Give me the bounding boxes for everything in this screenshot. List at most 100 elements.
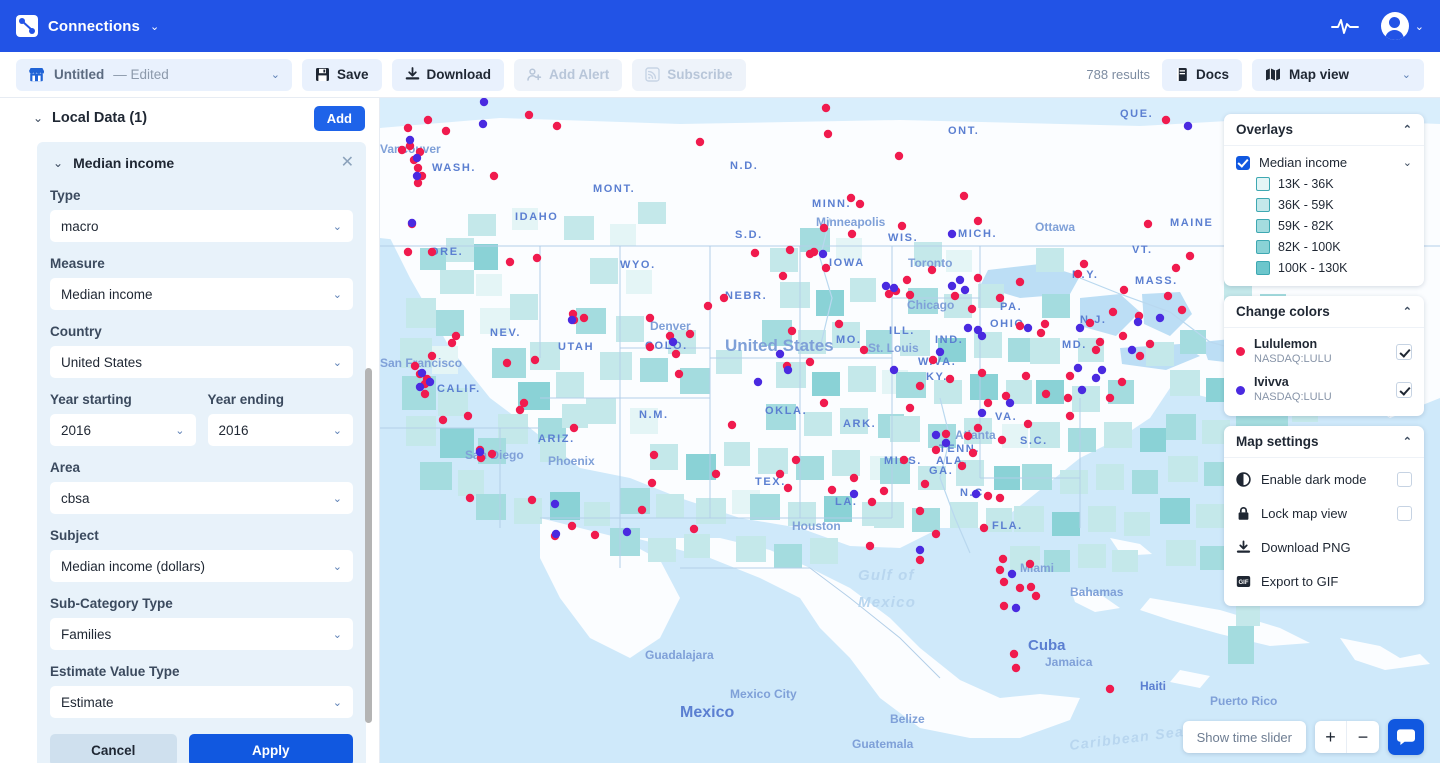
add-button[interactable]: Add (313, 105, 365, 131)
series-visibility-checkbox[interactable] (1396, 382, 1412, 399)
book-docs-icon (1176, 68, 1187, 81)
svg-text:Chicago: Chicago (907, 298, 954, 312)
main-content: ⌄ Local Data (1) Add ⌄ Median income ✕ T… (0, 98, 1440, 763)
close-icon[interactable]: ✕ (341, 155, 354, 171)
activity-pulse-icon[interactable] (1330, 16, 1359, 36)
chevron-down-icon[interactable]: ⌄ (333, 560, 342, 573)
chevron-down-icon[interactable]: ⌄ (1402, 68, 1411, 81)
overlay-item-median-income[interactable]: Median income ⌄ (1236, 155, 1412, 170)
download-button[interactable]: Download (391, 58, 505, 91)
sidebar-scrollbar[interactable] (365, 368, 372, 723)
document-toolbar: Untitled — Edited ⌄ Save Download Add Al… (0, 52, 1440, 98)
map-view-dropdown[interactable]: Map view ⌄ (1252, 58, 1424, 91)
series-row-ivivva[interactable]: Ivivva NASDAQ:LULU (1236, 375, 1412, 404)
setting-label: Enable dark mode (1261, 472, 1367, 488)
chevron-up-icon[interactable]: ⌃ (1403, 435, 1412, 448)
overlays-panel: Overlays ⌃ Median income ⌄ 13K - 36K 36K… (1224, 114, 1424, 286)
estimate-value-type-value: Estimate (61, 694, 114, 710)
setting-lock-map-view[interactable]: Lock map view (1236, 501, 1412, 527)
svg-text:GA.: GA. (929, 465, 953, 477)
field-label-year-starting: Year starting (50, 392, 132, 407)
series-color-dot[interactable] (1236, 385, 1245, 395)
overlay-checkbox[interactable] (1236, 155, 1250, 170)
year-starting-select[interactable]: 2016 ⌄ (50, 414, 196, 446)
map-canvas[interactable]: Vancouver WASH. ORE. IDAHO MONT. N.D. S.… (380, 98, 1440, 763)
field-label-year-ending: Year ending (207, 392, 285, 407)
chevron-up-icon[interactable]: ⌃ (1403, 123, 1412, 136)
store-icon (28, 67, 45, 82)
document-title-dropdown[interactable]: Untitled — Edited ⌄ (16, 58, 292, 91)
svg-text:Puerto Rico: Puerto Rico (1210, 694, 1277, 708)
chevron-down-icon[interactable]: ⌄ (333, 492, 342, 505)
svg-text:ILL.: ILL. (889, 325, 915, 337)
save-button[interactable]: Save (302, 58, 382, 91)
legend-item: 59K - 82K (1256, 219, 1412, 233)
account-menu[interactable]: ⌄ (1380, 12, 1424, 40)
svg-text:MINN.: MINN. (812, 198, 851, 210)
zoom-in-button[interactable]: + (1315, 721, 1347, 753)
action-export-to-gif[interactable]: GIF Export to GIF (1236, 569, 1412, 595)
field-label-estimate-value-type: Estimate Value Type (50, 664, 180, 679)
svg-text:OKLA.: OKLA. (765, 405, 807, 417)
chat-bubble-icon[interactable] (1388, 719, 1424, 755)
chevron-down-icon[interactable]: ⌄ (333, 628, 342, 641)
field-label-sub-category-type: Sub-Category Type (50, 596, 173, 611)
zoom-out-button[interactable]: − (1347, 721, 1379, 753)
show-time-slider-button[interactable]: Show time slider (1182, 721, 1306, 753)
chevron-down-icon[interactable]: ⌄ (333, 696, 342, 709)
chevron-down-icon[interactable]: ⌄ (175, 424, 184, 437)
brand-home-link[interactable]: Connections ⌄ (16, 15, 159, 37)
subscribe-button[interactable]: Subscribe (632, 58, 746, 91)
card-actions: Cancel Apply (37, 734, 366, 763)
series-ticker: NASDAQ:LULU (1254, 391, 1332, 403)
docs-button[interactable]: Docs (1161, 58, 1242, 91)
brand-name: Connections (48, 17, 140, 35)
svg-text:MASS.: MASS. (1135, 275, 1178, 287)
chevron-down-icon[interactable]: ⌄ (33, 111, 43, 125)
area-select[interactable]: cbsa ⌄ (50, 482, 353, 514)
chevron-down-icon[interactable]: ⌄ (1403, 156, 1412, 169)
overlays-header[interactable]: Overlays ⌃ (1224, 114, 1424, 146)
card-header[interactable]: ⌄ Median income ✕ (37, 152, 366, 174)
lock-map-view-checkbox[interactable] (1397, 506, 1412, 522)
sub-category-type-value: Families (61, 626, 112, 642)
series-row-lululemon[interactable]: Lululemon NASDAQ:LULU (1236, 337, 1412, 366)
chevron-down-icon[interactable]: ⌄ (150, 20, 159, 33)
apply-button[interactable]: Apply (188, 734, 353, 763)
field-estimate-value-type: Estimate Value Type Estimate ⌄ (37, 664, 366, 718)
svg-text:IND.: IND. (935, 334, 963, 346)
chevron-down-icon[interactable]: ⌄ (333, 220, 342, 233)
map-settings-header[interactable]: Map settings ⌃ (1224, 426, 1424, 458)
chevron-up-icon[interactable]: ⌃ (1403, 305, 1412, 318)
chevron-down-icon[interactable]: ⌄ (1415, 20, 1424, 33)
chevron-down-icon[interactable]: ⌄ (333, 424, 342, 437)
sub-category-type-select[interactable]: Families ⌄ (50, 618, 353, 650)
subject-select[interactable]: Median income (dollars) ⌄ (50, 550, 353, 582)
svg-text:Miami: Miami (1020, 561, 1054, 575)
docs-label: Docs (1195, 67, 1229, 82)
cancel-button[interactable]: Cancel (50, 734, 177, 763)
change-colors-header[interactable]: Change colors ⌃ (1224, 296, 1424, 328)
svg-text:MD.: MD. (1062, 339, 1087, 351)
dark-mode-checkbox[interactable] (1397, 472, 1412, 488)
action-download-png[interactable]: Download PNG (1236, 535, 1412, 561)
type-select[interactable]: macro ⌄ (50, 210, 353, 242)
local-data-header: ⌄ Local Data (1) Add (0, 98, 379, 138)
measure-select[interactable]: Median income ⌄ (50, 278, 353, 310)
series-visibility-checkbox[interactable] (1396, 343, 1412, 360)
setting-enable-dark-mode[interactable]: Enable dark mode (1236, 467, 1412, 493)
svg-text:MICH.: MICH. (958, 228, 997, 240)
series-color-dot[interactable] (1236, 347, 1245, 357)
chevron-down-icon[interactable]: ⌄ (53, 156, 63, 170)
chevron-down-icon[interactable]: ⌄ (333, 288, 342, 301)
add-alert-button[interactable]: Add Alert (514, 58, 623, 91)
year-ending-select[interactable]: 2016 ⌄ (207, 414, 353, 446)
chevron-down-icon[interactable]: ⌄ (271, 68, 280, 81)
series-name: Lululemon (1254, 337, 1318, 351)
legend-label: 13K - 36K (1278, 177, 1334, 191)
overlay-legend: 13K - 36K 36K - 59K 59K - 82K 82K - 100K… (1236, 177, 1412, 275)
chevron-down-icon[interactable]: ⌄ (333, 356, 342, 369)
country-select[interactable]: United States ⌄ (50, 346, 353, 378)
estimate-value-type-select[interactable]: Estimate ⌄ (50, 686, 353, 718)
change-colors-title: Change colors (1236, 304, 1330, 319)
